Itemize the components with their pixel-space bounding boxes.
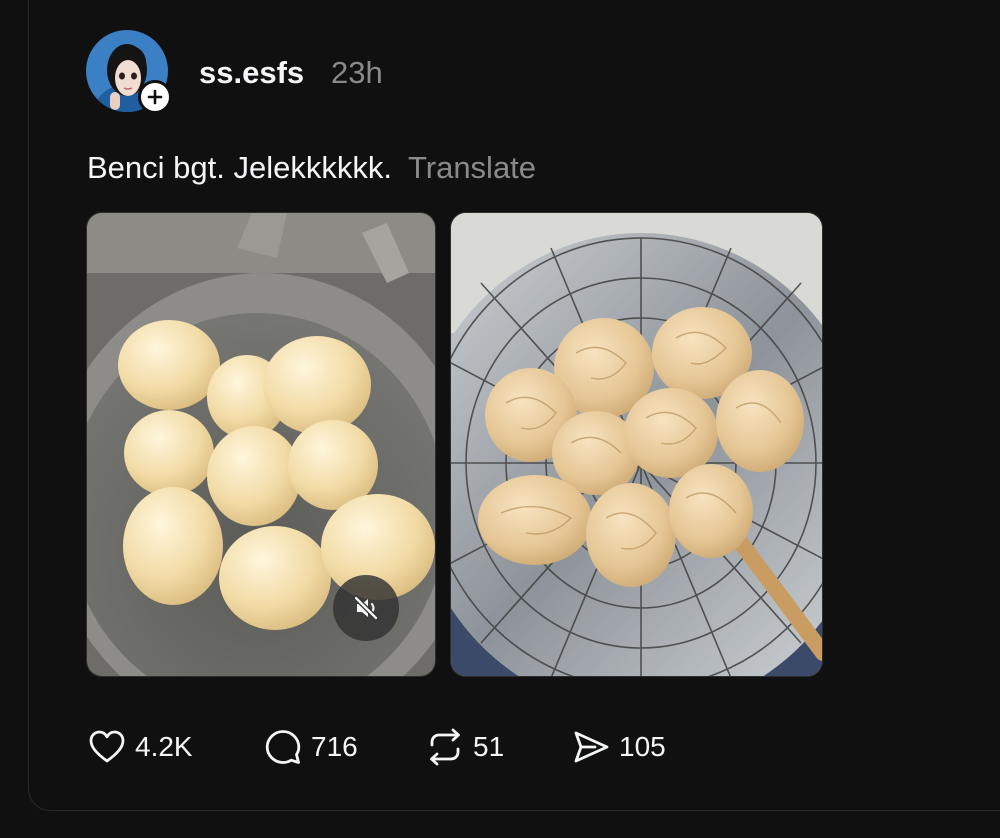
thread-post: ss.esfs 23h Benci bgt. Jelekkkkkk. Transl… [28,0,1000,811]
share-button[interactable]: 105 [571,727,691,767]
caption-text: Benci bgt. Jelekkkkkk. [87,150,392,185]
post-actions-bar: 4.2K 716 51 105 [87,722,691,772]
repost-icon [430,728,460,766]
share-count: 105 [619,731,666,762]
post-timestamp: 23h [331,55,383,90]
plus-icon [147,89,163,105]
like-count: 4.2K [135,731,193,762]
comment-bubble-icon [265,730,301,764]
repost-count: 51 [473,731,505,762]
media-image[interactable] [450,212,823,677]
send-icon [574,731,609,763]
author-avatar-container [86,30,172,114]
reply-button[interactable]: 716 [263,727,425,767]
reply-count: 716 [311,731,358,762]
author-username[interactable]: ss.esfs [199,55,304,91]
media-video[interactable] [86,212,436,677]
fried-tofu-in-strainer-image [451,213,822,676]
follow-button[interactable] [138,80,172,114]
mute-toggle-button[interactable] [333,575,399,641]
speaker-muted-icon [353,595,379,621]
like-button[interactable]: 4.2K [87,727,263,767]
post-caption: Benci bgt. Jelekkkkkk. Translate [87,150,536,186]
heart-icon [89,730,125,763]
translate-link[interactable]: Translate [408,150,536,185]
repost-button[interactable]: 51 [425,727,571,767]
